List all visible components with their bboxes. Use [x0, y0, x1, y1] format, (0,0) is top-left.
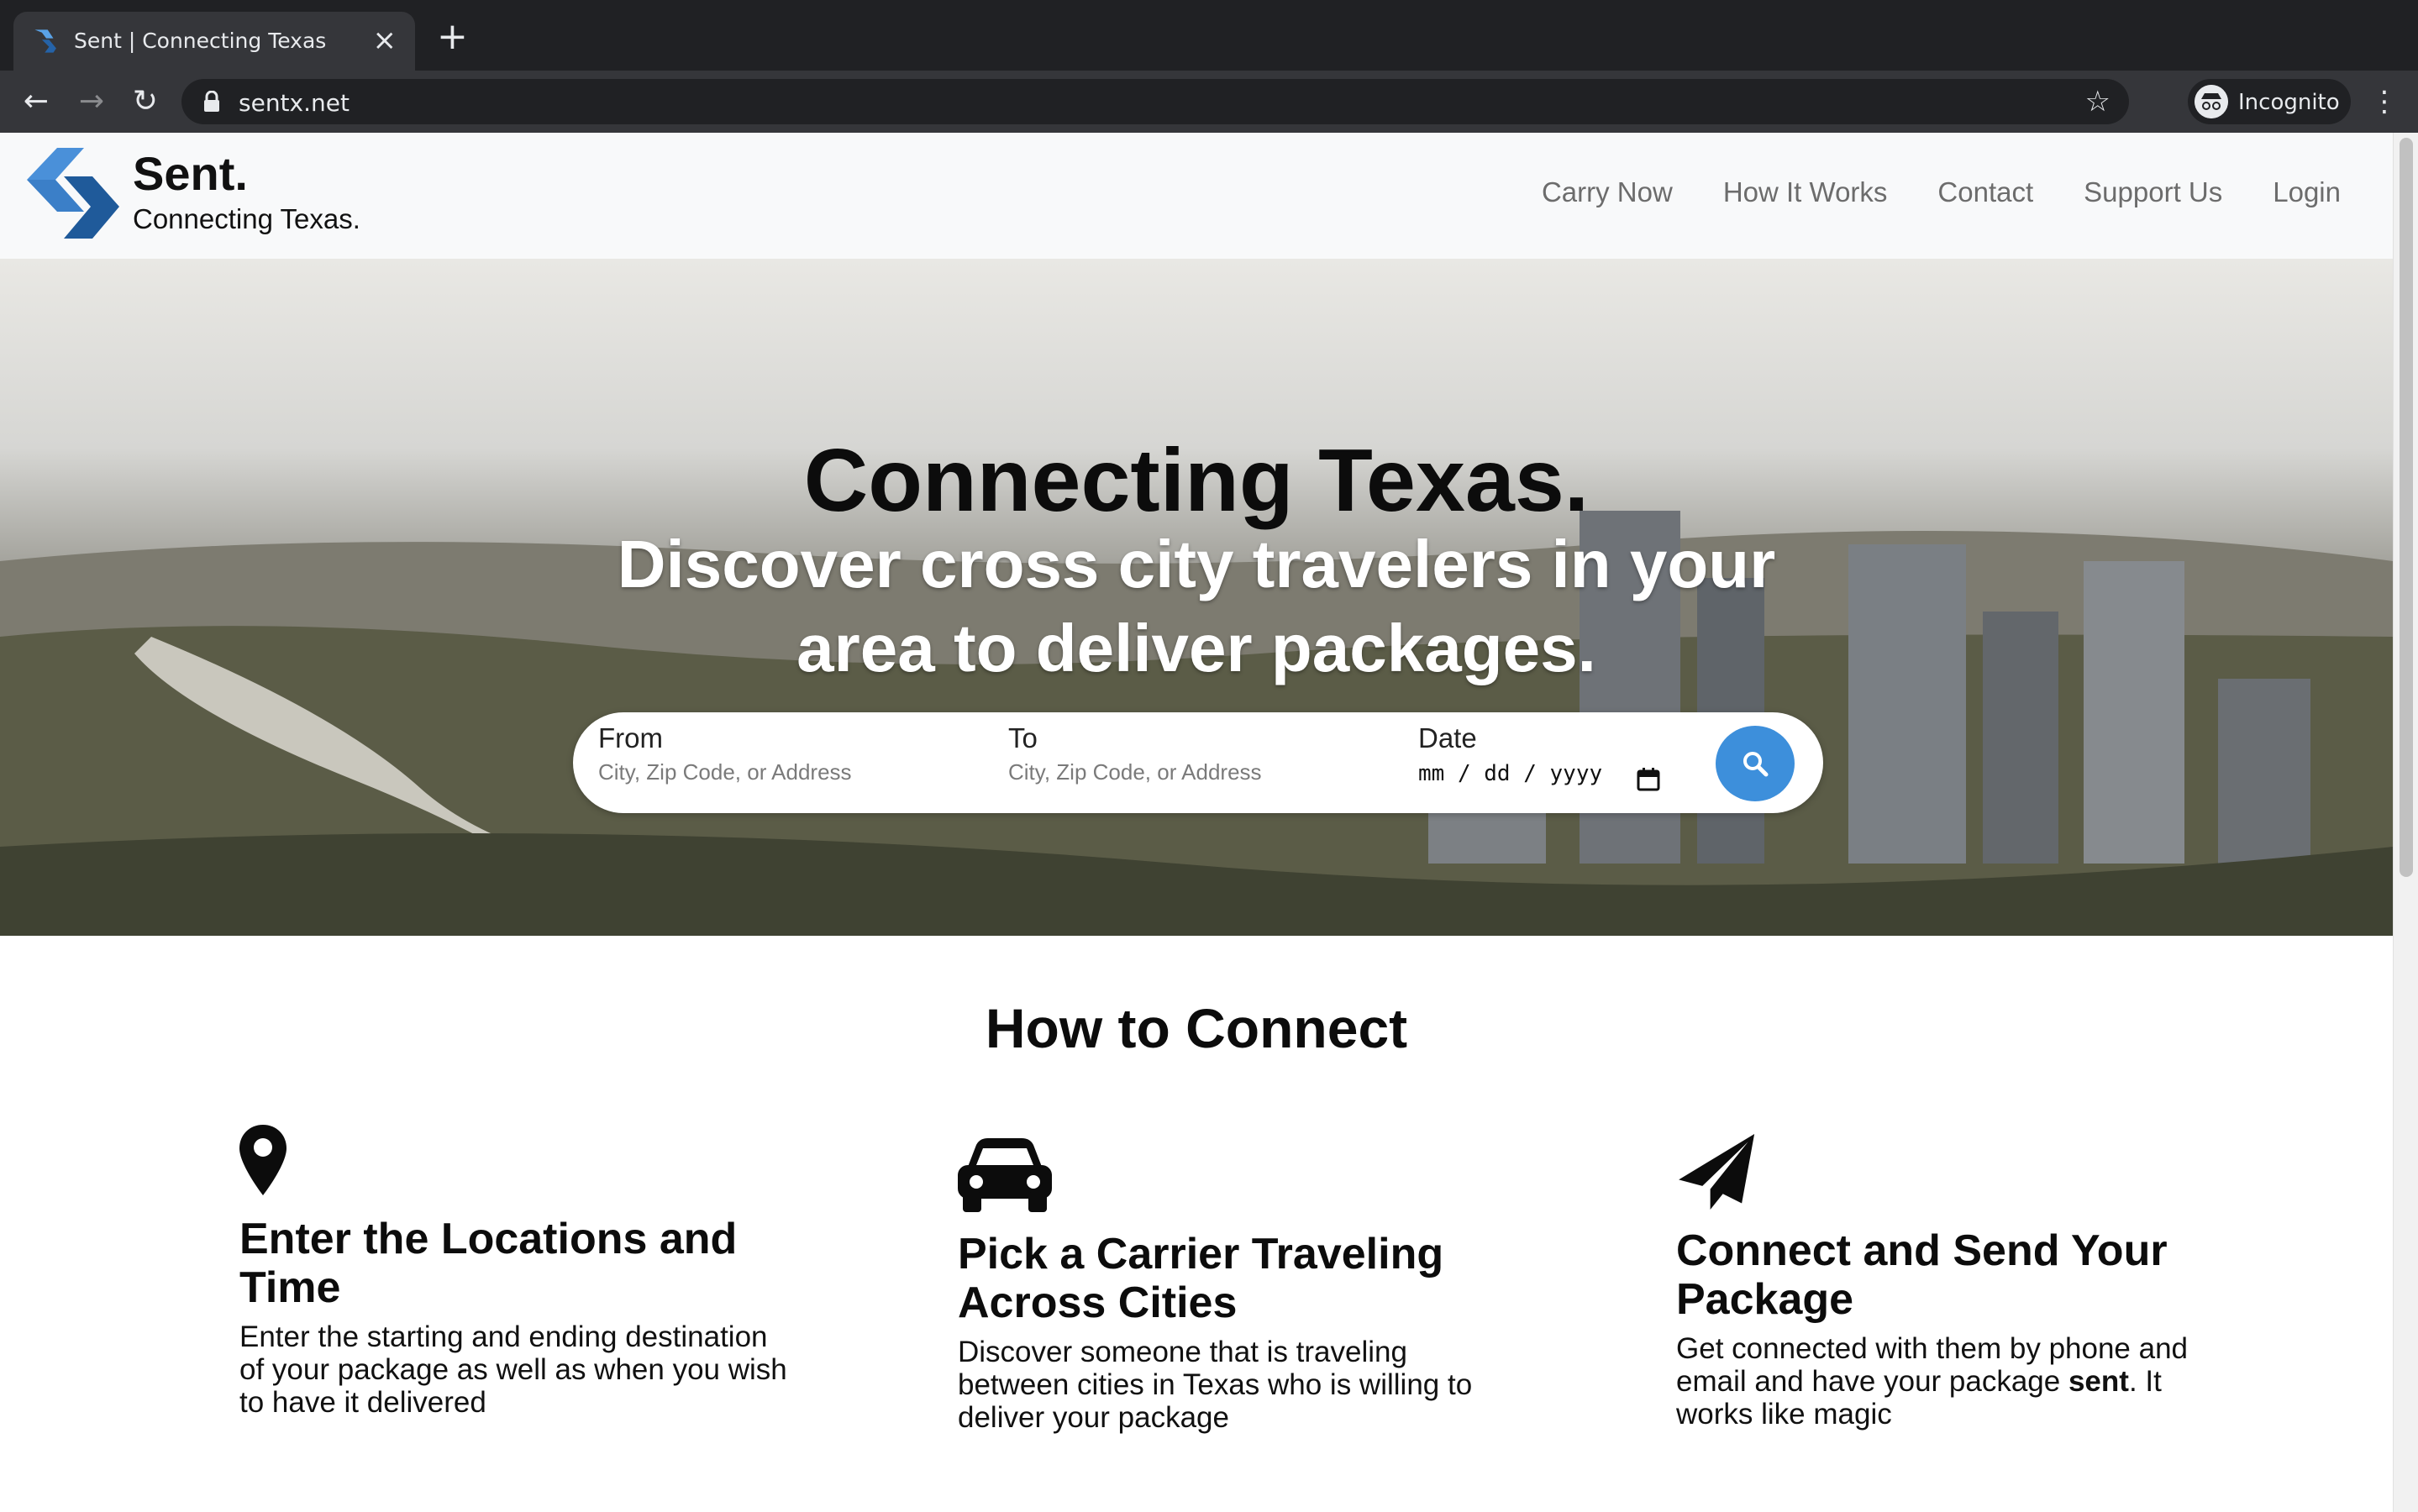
browser-tab[interactable]: Sent | Connecting Texas ×	[13, 12, 415, 71]
step-title: Pick a Carrier Traveling Across Cities	[958, 1230, 1444, 1327]
paper-plane-icon	[1679, 1134, 1755, 1210]
nav-link-contact[interactable]: Contact	[1937, 176, 2033, 208]
site-header: Sent. Connecting Texas. Carry Now How It…	[0, 133, 2393, 259]
page-viewport: Sent. Connecting Texas. Carry Now How It…	[0, 133, 2418, 1512]
search-bar: From To Date mm / dd / yyyy	[573, 712, 1823, 813]
forward-arrow-icon[interactable]: →	[71, 81, 113, 123]
map-pin-icon	[239, 1125, 286, 1195]
nav-link-how-it-works[interactable]: How It Works	[1723, 176, 1888, 208]
step-pick-carrier: Pick a Carrier Traveling Across Cities D…	[958, 1137, 1512, 1434]
to-label: To	[1008, 722, 1038, 753]
step-title: Connect and Send Your Package	[1676, 1226, 2168, 1324]
new-tab-icon[interactable]: +	[437, 18, 468, 55]
back-arrow-icon[interactable]: ←	[15, 81, 57, 123]
page-scrollbar[interactable]	[2393, 133, 2418, 1512]
search-icon	[1743, 752, 1769, 777]
step-title: Enter the Locations and Time	[239, 1215, 738, 1312]
calendar-icon[interactable]	[1637, 768, 1660, 791]
tab-close-icon[interactable]: ×	[373, 24, 397, 57]
reload-icon[interactable]: ↻	[124, 81, 166, 123]
incognito-icon	[2195, 85, 2228, 118]
how-to-connect-section: How to Connect Enter the Locations and T…	[0, 936, 2393, 1512]
sent-favicon-icon	[34, 29, 56, 53]
brand-tagline: Connecting Texas.	[133, 203, 360, 234]
browser-tab-bar: Sent | Connecting Texas × +	[0, 0, 2418, 71]
step-connect-send: Connect and Send Your Package Get connec…	[1676, 1134, 2231, 1431]
sent-logo-icon[interactable]	[25, 146, 121, 240]
section-title: How to Connect	[985, 997, 1408, 1059]
car-icon	[958, 1138, 1052, 1212]
main-nav: Carry Now How It Works Contact Support U…	[1542, 176, 2341, 208]
address-bar[interactable]: sentx.net ☆	[181, 79, 2129, 124]
url-text: sentx.net	[239, 89, 350, 117]
nav-link-login[interactable]: Login	[2273, 176, 2341, 208]
browser-menu-icon[interactable]: ⋮	[2368, 81, 2401, 123]
search-button[interactable]	[1716, 726, 1795, 801]
sent-emphasis: sent	[2068, 1365, 2129, 1398]
step-description: Enter the starting and ending destinatio…	[239, 1320, 787, 1419]
step-description: Discover someone that is traveling betwe…	[958, 1336, 1473, 1434]
from-field: From	[598, 722, 968, 785]
bookmark-star-icon[interactable]: ☆	[2085, 86, 2110, 118]
date-field[interactable]: Date mm / dd / yyyy	[1418, 722, 1687, 791]
browser-toolbar: ← → ↻ sentx.net ☆ Incognito ⋮	[0, 71, 2418, 133]
hero-title: Connecting Texas.	[803, 431, 1590, 530]
to-input[interactable]	[1008, 759, 1361, 785]
to-field: To	[1008, 722, 1378, 785]
hero-subtitle: Discover cross city travelers in your ar…	[617, 527, 1776, 685]
step-description: Get connected with them by phone and ema…	[1676, 1332, 2231, 1431]
brand-name[interactable]: Sent.	[133, 146, 248, 201]
incognito-label: Incognito	[2238, 90, 2340, 115]
date-label: Date	[1418, 722, 1477, 753]
lock-icon	[204, 91, 219, 112]
hero-section: Connecting Texas. Discover cross city tr…	[0, 259, 2393, 936]
nav-link-support-us[interactable]: Support Us	[2084, 176, 2222, 208]
nav-link-carry-now[interactable]: Carry Now	[1542, 176, 1673, 208]
step-enter-locations: Enter the Locations and Time Enter the s…	[239, 1122, 794, 1419]
from-input[interactable]	[598, 759, 951, 785]
tab-title: Sent | Connecting Texas	[74, 29, 327, 53]
from-label: From	[598, 722, 663, 753]
scrollbar-thumb[interactable]	[2400, 138, 2413, 877]
incognito-badge[interactable]: Incognito	[2188, 79, 2351, 124]
